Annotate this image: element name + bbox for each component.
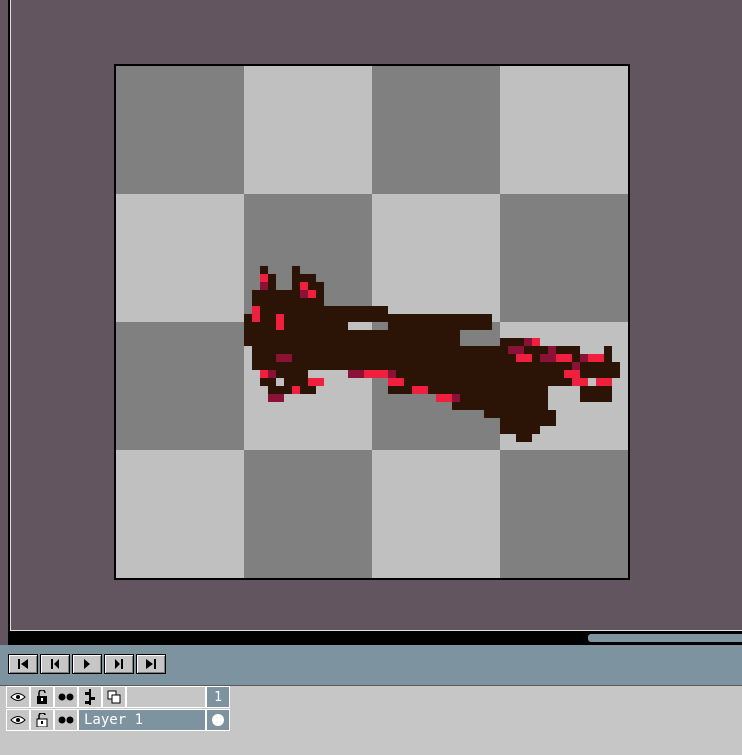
sprite-pixel <box>268 370 276 378</box>
sprite-pixel <box>508 346 524 354</box>
checker-tile <box>244 450 372 578</box>
sprite-pixel <box>596 378 612 386</box>
sprite-pixel <box>524 338 532 346</box>
eye-icon <box>10 693 26 701</box>
sprite-pixel <box>260 274 268 282</box>
play-button[interactable] <box>72 654 102 674</box>
scrollbar-thumb[interactable] <box>588 634 742 642</box>
eye-icon <box>10 716 26 724</box>
cel-dot-icon <box>212 714 224 726</box>
sprite-pixel <box>556 354 572 362</box>
lock-header[interactable] <box>30 686 54 708</box>
sprite-pixel <box>572 362 580 370</box>
checker-tile <box>116 194 244 322</box>
copy-icon <box>107 690 121 704</box>
sprite-pixel <box>436 394 452 402</box>
checker-tile <box>116 322 244 450</box>
checker-tile <box>372 66 500 194</box>
sprite-pixel <box>588 354 604 362</box>
sprite-pixel <box>292 386 300 394</box>
previous-frame-icon <box>51 659 59 669</box>
sprite-pixel <box>252 346 380 370</box>
last-frame-icon <box>146 659 156 669</box>
sprite-pixel <box>252 306 260 322</box>
header-spacer <box>126 686 206 708</box>
sprite-pixel <box>388 378 404 386</box>
sprite-pixel <box>516 434 532 442</box>
sprite-pixel <box>364 370 388 378</box>
left-edge <box>0 0 8 645</box>
sprite-pixel <box>564 370 580 378</box>
checker-tile <box>500 66 628 194</box>
frame-number[interactable]: 1 <box>206 686 230 708</box>
previous-frame-button[interactable] <box>40 654 70 674</box>
animation-toolbar <box>0 645 742 685</box>
sprite-pixel <box>268 394 284 402</box>
checker-tile <box>500 450 628 578</box>
onion-skin-icon <box>58 716 74 724</box>
sprite-pixel <box>348 370 364 378</box>
sprite-pixel <box>388 314 492 330</box>
sprite-pixel <box>324 306 388 322</box>
sprite-pixel <box>388 370 396 378</box>
checker-tile <box>372 194 500 322</box>
visibility-header[interactable] <box>6 686 30 708</box>
sprite-pixel <box>260 378 276 386</box>
sprite-pixel <box>580 354 588 362</box>
sprite-pixel <box>300 290 308 298</box>
sprite-pixel <box>300 282 308 290</box>
layer-onion-toggle[interactable] <box>54 709 78 731</box>
sprite-pixel <box>308 378 324 386</box>
checker-tile <box>500 194 628 322</box>
sprite-pixel <box>276 362 308 378</box>
layer-name[interactable]: Layer 1 <box>78 709 206 731</box>
last-frame-button[interactable] <box>136 654 166 674</box>
sprite-pixel <box>340 330 460 346</box>
layer-cel[interactable] <box>206 709 230 731</box>
sprite-pixel <box>516 354 532 362</box>
sprite-pixel <box>260 370 268 378</box>
sprite-pixel <box>412 386 428 394</box>
checker-tile <box>116 66 244 194</box>
canvas-workspace[interactable] <box>0 0 742 630</box>
left-edge-highlight <box>10 0 11 645</box>
play-icon <box>84 659 90 669</box>
sprite-pixel <box>276 314 284 330</box>
first-frame-icon <box>18 659 28 669</box>
horizontal-scrollbar[interactable] <box>10 630 742 645</box>
next-frame-button[interactable] <box>104 654 134 674</box>
link-header[interactable] <box>78 686 102 708</box>
lock-icon <box>37 690 47 704</box>
sprite-pixel <box>276 354 292 362</box>
sprite-pixel <box>308 290 316 298</box>
sprite-pixel <box>572 378 588 386</box>
checker-tile <box>116 450 244 578</box>
sprite-pixel <box>404 370 468 386</box>
next-frame-icon <box>115 659 123 669</box>
sprite-pixel <box>540 354 556 362</box>
unlock-icon <box>36 713 48 727</box>
sprite-pixel <box>548 346 556 354</box>
sprite-pixel <box>532 410 556 426</box>
copy-header[interactable] <box>102 686 126 708</box>
sprite-pixel <box>260 282 268 290</box>
link-icon <box>85 689 95 705</box>
onion-skin-icon <box>58 693 74 701</box>
first-frame-button[interactable] <box>8 654 38 674</box>
checker-tile <box>372 450 500 578</box>
layer-lock-toggle[interactable] <box>30 709 54 731</box>
sprite-pixel <box>500 338 524 346</box>
sprite-canvas[interactable] <box>116 66 628 578</box>
onion-skin-header[interactable] <box>54 686 78 708</box>
layers-panel: 1 Layer 1 <box>0 685 742 755</box>
sprite-pixel <box>452 394 460 402</box>
checker-tile <box>244 66 372 194</box>
sprite-pixel <box>532 338 540 346</box>
layer-visibility-toggle[interactable] <box>6 709 30 731</box>
